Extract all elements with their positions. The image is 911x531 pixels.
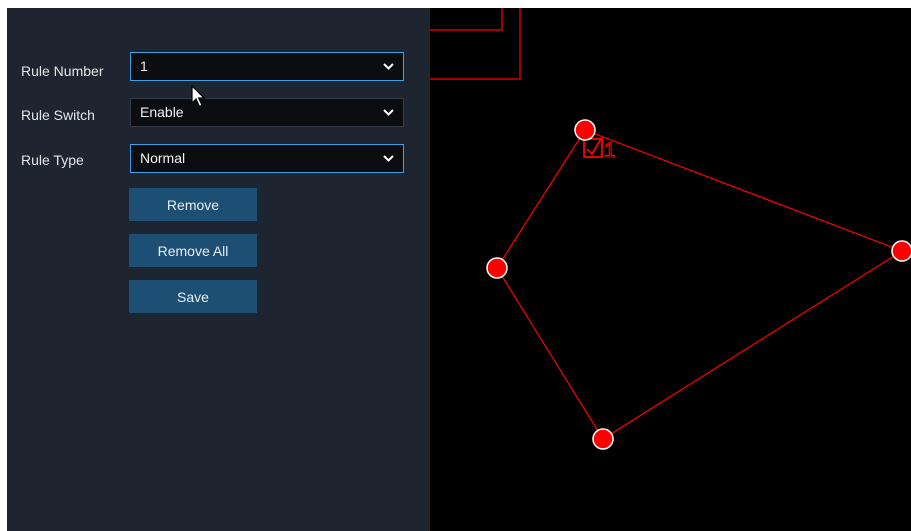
- remove-all-button[interactable]: Remove All: [129, 234, 257, 267]
- region-outline-partial: [430, 8, 521, 80]
- rule-switch-select[interactable]: Enable: [130, 98, 404, 127]
- rule-number-select[interactable]: 1: [130, 52, 404, 81]
- chevron-down-icon: [382, 99, 394, 126]
- detection-region-polygon: [496, 129, 904, 440]
- vertex-handle[interactable]: [574, 119, 596, 141]
- vertex-handle[interactable]: [486, 257, 508, 279]
- region-number-label: 1: [604, 139, 616, 162]
- rule-number-label: Rule Number: [21, 63, 104, 79]
- vertex-handle[interactable]: [592, 428, 614, 450]
- chevron-down-icon: [382, 145, 394, 172]
- rule-type-value: Normal: [140, 150, 186, 166]
- remove-button[interactable]: Remove: [129, 188, 257, 221]
- video-preview[interactable]: 1: [430, 8, 911, 531]
- settings-panel: Rule Number 1 Rule Switch Enable Rule Ty…: [7, 8, 430, 531]
- rule-type-label: Rule Type: [21, 152, 84, 168]
- vertex-handle[interactable]: [891, 240, 911, 262]
- save-button[interactable]: Save: [129, 280, 257, 313]
- rule-switch-label: Rule Switch: [21, 107, 95, 123]
- region-outline-partial: [430, 8, 503, 31]
- rule-type-select[interactable]: Normal: [130, 144, 404, 173]
- mouse-pointer-icon: [191, 85, 206, 108]
- checkbox-checked-icon[interactable]: [583, 138, 603, 158]
- chevron-down-icon: [382, 53, 394, 80]
- rule-switch-value: Enable: [140, 104, 184, 120]
- rule-number-value: 1: [140, 58, 148, 74]
